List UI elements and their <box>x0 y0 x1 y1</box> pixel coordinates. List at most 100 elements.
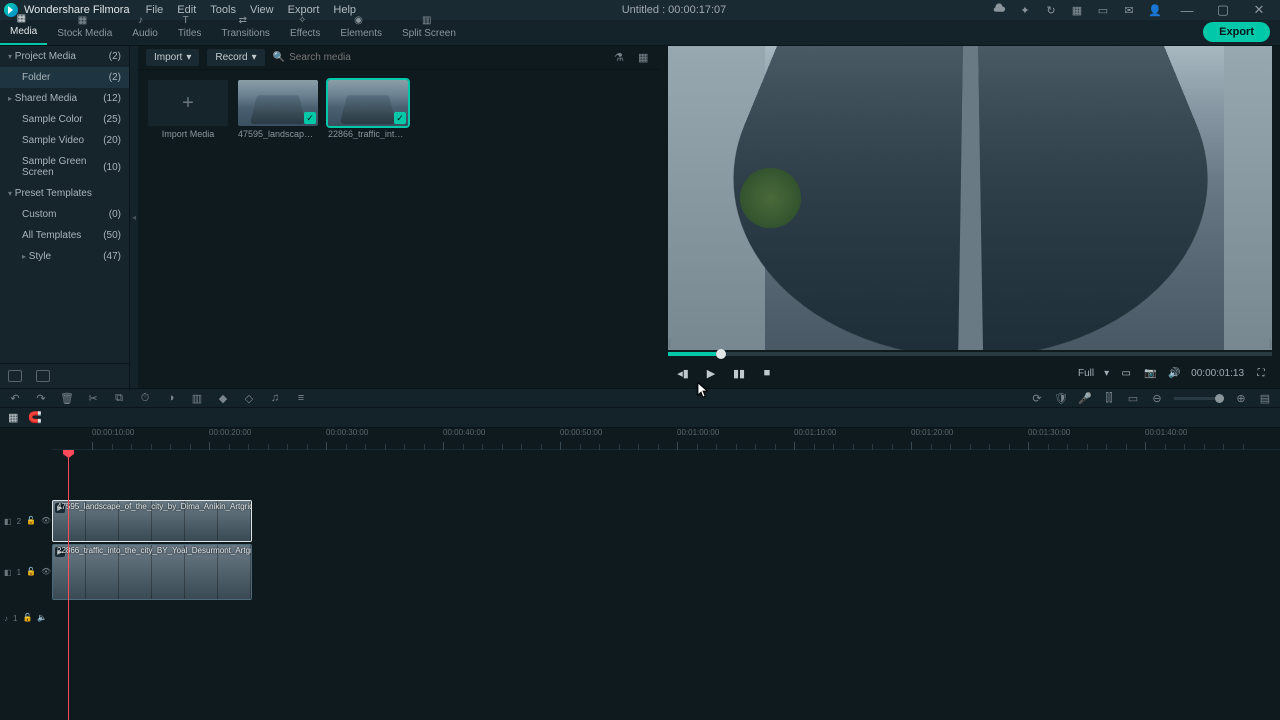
color-icon[interactable]: ◑ <box>164 391 178 405</box>
tab-stock-media[interactable]: ▦Stock Media <box>47 11 122 45</box>
sparkle-icon[interactable]: ✦ <box>1018 3 1032 17</box>
more-icon[interactable]: ≡ <box>294 391 308 405</box>
magnet-icon[interactable]: 🧲 <box>28 411 42 424</box>
playhead-time: 00:00:01:13 <box>1191 368 1244 379</box>
sidebar-item-sample-color[interactable]: Sample Color(25) <box>0 109 129 130</box>
voiceover-icon[interactable]: 🛡 <box>1054 391 1068 405</box>
tab-split-screen[interactable]: ▥Split Screen <box>392 11 466 45</box>
sidebar-item-shared-media[interactable]: ▸ Shared Media(12) <box>0 88 129 109</box>
search-icon: 🔍 <box>273 52 285 63</box>
media-clip-1-label: 47595_landscape_of_... <box>238 129 318 139</box>
keyframe-icon[interactable]: ◇ <box>242 391 256 405</box>
preview-panel: {} ◂▮ ▶ ▮▮ ■ Full▾ ▭ 📷 🔊 00:00:01:13 ⛶ <box>660 46 1280 388</box>
sidebar-item-folder[interactable]: Folder(2) <box>0 67 129 88</box>
track-settings-icon[interactable]: ▦ <box>8 411 18 424</box>
media-panel: Import ▾ Record ▾ 🔍 ⚗ ▦ + Import Media ✓… <box>138 46 660 388</box>
preview-scrubber[interactable] <box>668 352 1272 356</box>
redo-icon[interactable]: ↷ <box>34 391 48 405</box>
pause-button[interactable]: ▮▮ <box>732 366 746 380</box>
play-button[interactable]: ▶ <box>704 366 718 380</box>
preview-viewport[interactable] <box>668 46 1272 350</box>
tab-titles[interactable]: TTitles <box>168 11 212 45</box>
zoom-slider[interactable] <box>1174 397 1224 400</box>
clip-v1-label: 22866_traffic_into_the_city_BY_Yoal_Desu… <box>57 546 252 555</box>
detach-audio-icon[interactable]: ♫ <box>268 391 282 405</box>
workspace-tabs: ▦Media ▦Stock Media ♪Audio TTitles ⇄Tran… <box>0 20 1280 46</box>
video-track-1: ◧1🔓👁 ▶ 22866_traffic_into_the_city_BY_Yo… <box>52 544 1280 600</box>
app-logo-icon <box>4 3 18 17</box>
sidebar-item-custom[interactable]: Custom(0) <box>0 204 129 225</box>
tab-effects[interactable]: ✧Effects <box>280 11 330 45</box>
mail-icon[interactable]: ✉ <box>1122 3 1136 17</box>
zoom-in-icon[interactable]: ⊕ <box>1234 391 1248 405</box>
sidebar-item-project-media[interactable]: ▾ Project Media(2) <box>0 46 129 67</box>
delete-icon[interactable]: 🗑 <box>60 391 74 405</box>
account-icon[interactable]: 👤 <box>1148 3 1162 17</box>
marker-icon[interactable]: ◆ <box>216 391 230 405</box>
media-clip-2-label: 22866_traffic_into_th... <box>328 129 408 139</box>
display-icon[interactable]: ▭ <box>1119 366 1133 380</box>
layout-icon[interactable]: ▦ <box>1070 3 1084 17</box>
lock-icon[interactable]: 🔓 <box>26 567 36 577</box>
media-clip-1[interactable]: ✓ <box>238 80 318 126</box>
timeline-ruler[interactable]: 00:00:10:0000:00:20:0000:00:30:0000:00:4… <box>52 428 1280 450</box>
sidebar-collapse-handle[interactable]: ◂ <box>130 46 138 388</box>
close-button[interactable]: ✕ <box>1242 0 1276 20</box>
sidebar-item-all-templates[interactable]: All Templates(50) <box>0 225 129 246</box>
timeline-clip-v2[interactable]: ▶ 47595_landscape_of_the_city_by_Dima_An… <box>52 500 252 542</box>
lock-icon[interactable]: 🔓 <box>22 613 32 623</box>
refresh-icon[interactable]: ↻ <box>1044 3 1058 17</box>
import-media-tile[interactable]: + <box>148 80 228 126</box>
zoom-out-icon[interactable]: ⊖ <box>1150 391 1164 405</box>
tab-elements[interactable]: ◉Elements <box>330 11 392 45</box>
clip-v2-label: 47595_landscape_of_the_city_by_Dima_Anik… <box>57 502 252 511</box>
screen-icon[interactable]: ▭ <box>1096 3 1110 17</box>
playhead[interactable] <box>68 450 69 720</box>
export-button[interactable]: Export <box>1203 22 1270 42</box>
fullscreen-icon[interactable]: ⛶ <box>1254 366 1268 380</box>
search-input[interactable] <box>289 52 473 63</box>
adjust-icon[interactable]: ▭ <box>1126 391 1140 405</box>
render-icon[interactable]: ⟳ <box>1030 391 1044 405</box>
lock-icon[interactable]: 🔓 <box>26 516 36 526</box>
stop-button[interactable]: ■ <box>760 366 774 380</box>
tab-transitions[interactable]: ⇄Transitions <box>211 11 280 45</box>
volume-icon[interactable]: 🔊 <box>1167 366 1181 380</box>
sidebar-item-preset-templates[interactable]: ▾ Preset Templates <box>0 183 129 204</box>
grid-view-icon[interactable]: ▦ <box>638 51 652 65</box>
minimize-button[interactable]: — <box>1170 0 1204 20</box>
sidebar-item-style[interactable]: ▸ Style(47) <box>0 246 129 267</box>
cloud-icon[interactable] <box>992 3 1006 17</box>
undo-icon[interactable]: ↶ <box>8 391 22 405</box>
manage-tracks-icon[interactable]: ▤ <box>1258 391 1272 405</box>
prev-frame-button[interactable]: ◂▮ <box>676 366 690 380</box>
import-button[interactable]: Import ▾ <box>146 49 199 66</box>
import-media-label: Import Media <box>148 129 228 139</box>
mic-icon[interactable]: 🎤 <box>1078 391 1092 405</box>
new-folder-icon[interactable] <box>8 370 22 382</box>
snapshot-icon[interactable]: 📷 <box>1143 366 1157 380</box>
audio-track-1: ♪1🔓🔈 <box>52 608 1280 628</box>
speed-icon[interactable]: ⏱ <box>138 391 152 405</box>
quality-label[interactable]: Full <box>1078 368 1094 379</box>
filter-icon[interactable]: ⚗ <box>614 51 628 65</box>
timeline-clip-v1[interactable]: ▶ 22866_traffic_into_the_city_BY_Yoal_De… <box>52 544 252 600</box>
sidebar-item-sample-green-screen[interactable]: Sample Green Screen(10) <box>0 151 129 183</box>
visibility-icon[interactable]: 👁 <box>41 516 51 526</box>
mixer-icon[interactable]: ⫿⫿ <box>1102 391 1116 405</box>
media-clip-2[interactable]: ✓ <box>328 80 408 126</box>
media-sidebar: ▾ Project Media(2) Folder(2) ▸ Shared Me… <box>0 46 130 388</box>
video-track-2: ◧2🔓👁 ▶ 47595_landscape_of_the_city_by_Di… <box>52 500 1280 542</box>
sidebar-item-sample-video[interactable]: Sample Video(20) <box>0 130 129 151</box>
record-button[interactable]: Record ▾ <box>207 49 264 66</box>
visibility-icon[interactable]: 👁 <box>41 567 51 577</box>
timeline-toolbar: ↶ ↷ 🗑 ✂ ⧉ ⏱ ◑ ▥ ◆ ◇ ♫ ≡ ⟳ 🛡 🎤 ⫿⫿ ▭ ⊖ ⊕ ▤ <box>0 388 1280 408</box>
greenscreen-icon[interactable]: ▥ <box>190 391 204 405</box>
tab-audio[interactable]: ♪Audio <box>122 11 168 45</box>
cut-icon[interactable]: ✂ <box>86 391 100 405</box>
mute-icon[interactable]: 🔈 <box>37 613 47 623</box>
timeline: 00:00:10:0000:00:20:0000:00:30:0000:00:4… <box>0 428 1280 720</box>
folder-open-icon[interactable] <box>36 370 50 382</box>
crop-icon[interactable]: ⧉ <box>112 391 126 405</box>
maximize-button[interactable]: ▢ <box>1206 0 1240 20</box>
